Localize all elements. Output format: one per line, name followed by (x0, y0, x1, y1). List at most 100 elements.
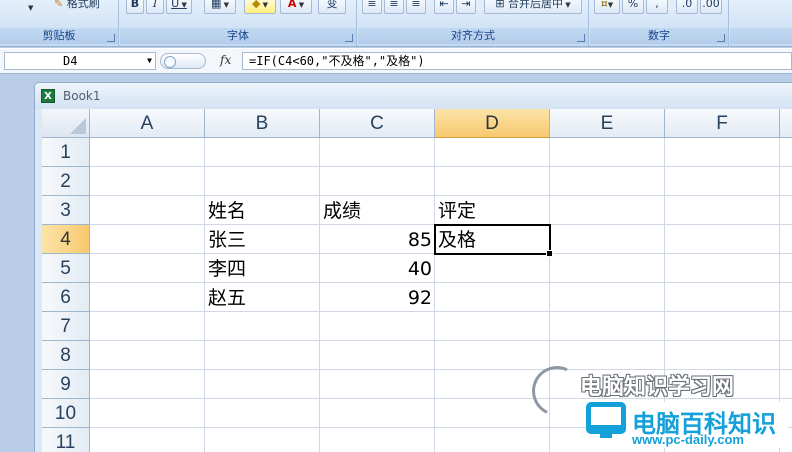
fill-color-button[interactable]: ◆ ▼ (244, 0, 276, 14)
merge-center-button[interactable]: ⊞ 合并后居中 ▼ (484, 0, 582, 14)
cell-c6[interactable]: 92 (320, 283, 435, 312)
row-header-10[interactable]: 10 (42, 399, 90, 428)
cell-b5[interactable]: 李四 (205, 254, 320, 283)
name-box[interactable]: D4 ▼ (4, 52, 156, 70)
clipboard-group: ▼ ✎ 格式刷 剪贴板 (0, 0, 119, 46)
select-all-triangle-icon (70, 118, 86, 134)
decrease-decimal-icon: .00 (702, 0, 720, 10)
excel-workbook-icon: X (41, 89, 55, 103)
brush-icon: ✎ (54, 0, 64, 10)
increase-decimal-button[interactable]: .0 (676, 0, 698, 14)
column-header-c[interactable]: C (320, 109, 435, 138)
row-header-3[interactable]: 3 (42, 196, 90, 225)
gridline (90, 369, 792, 370)
decrease-indent-icon: ⇤ (439, 0, 449, 10)
row-header-11[interactable]: 11 (42, 428, 90, 452)
styles-group (730, 0, 792, 46)
fill-handle[interactable] (546, 250, 553, 257)
workbook-window: X Book1 A B C D E F 1 2 3 4 5 6 7 8 9 10… (34, 82, 792, 452)
column-header-a[interactable]: A (90, 109, 205, 138)
select-all-button[interactable] (42, 109, 90, 138)
active-cell-border (434, 224, 551, 255)
alignment-group: ≡ ≡ ≡ ⇤ ⇥ ⊞ 合并后居中 ▼ 对齐方式 (358, 0, 589, 46)
name-box-value: D4 (63, 54, 78, 68)
borders-icon: ▦ (210, 0, 222, 10)
align-left-icon: ≡ (367, 0, 377, 10)
ribbon: ▼ ✎ 格式刷 剪贴板 B I U ▼ ▦ ▼ ◆ ▼ A ▼ 变 字体 ≡ ≡… (0, 0, 792, 47)
number-group: ¤▼ % , .0 .00 数字 (590, 0, 729, 46)
paste-dropdown-icon[interactable]: ▼ (28, 4, 33, 12)
borders-button[interactable]: ▦ ▼ (204, 0, 236, 14)
formula-input[interactable]: =IF(C4<60,"不及格","及格") (242, 52, 792, 70)
cell-b6[interactable]: 赵五 (205, 283, 320, 312)
decrease-decimal-button[interactable]: .00 (700, 0, 722, 14)
align-right-icon: ≡ (411, 0, 421, 10)
formula-bar-splitter[interactable] (160, 53, 206, 69)
column-header-f[interactable]: F (665, 109, 780, 138)
column-header-g[interactable] (780, 109, 792, 138)
styles-group-label (730, 28, 792, 44)
format-painter-button[interactable]: ✎ 格式刷 (54, 0, 100, 11)
clipboard-group-label: 剪贴板 (0, 28, 118, 44)
percent-button[interactable]: % (622, 0, 644, 14)
accounting-format-button[interactable]: ¤▼ (594, 0, 620, 14)
insert-function-button[interactable]: fx (220, 53, 231, 67)
alignment-launcher[interactable] (577, 34, 585, 42)
row-header-2[interactable]: 2 (42, 167, 90, 196)
align-center-button[interactable]: ≡ (384, 0, 404, 14)
cell-d3[interactable]: 评定 (435, 196, 550, 225)
cell-c4[interactable]: 85 (320, 225, 435, 254)
underline-button[interactable]: U ▼ (166, 0, 192, 14)
clipboard-launcher[interactable] (107, 34, 115, 42)
align-left-button[interactable]: ≡ (362, 0, 382, 14)
comma-button[interactable]: , (646, 0, 668, 14)
row-header-6[interactable]: 6 (42, 283, 90, 312)
font-color-button[interactable]: A ▼ (280, 0, 312, 14)
bold-button[interactable]: B (126, 0, 144, 14)
column-header-e[interactable]: E (550, 109, 665, 138)
decrease-indent-button[interactable]: ⇤ (434, 0, 454, 14)
row-header-9[interactable]: 9 (42, 370, 90, 399)
align-center-icon: ≡ (389, 0, 399, 10)
cell-c5[interactable]: 40 (320, 254, 435, 283)
cell-c3[interactable]: 成绩 (320, 196, 435, 225)
column-header-b[interactable]: B (205, 109, 320, 138)
workbook-title: Book1 (63, 89, 101, 103)
align-right-button[interactable]: ≡ (406, 0, 426, 14)
row-header-7[interactable]: 7 (42, 312, 90, 341)
number-launcher[interactable] (717, 34, 725, 42)
phonetic-button[interactable]: 变 (318, 0, 346, 14)
increase-decimal-icon: .0 (681, 0, 693, 10)
gridline (90, 427, 792, 428)
row-header-5[interactable]: 5 (42, 254, 90, 283)
workbook-titlebar[interactable]: X Book1 (35, 83, 792, 109)
gridline (664, 138, 665, 452)
increase-indent-button[interactable]: ⇥ (456, 0, 476, 14)
cell-b3[interactable]: 姓名 (205, 196, 320, 225)
font-launcher[interactable] (345, 34, 353, 42)
row-header-4[interactable]: 4 (42, 225, 90, 254)
row-header-8[interactable]: 8 (42, 341, 90, 370)
chevron-down-icon: ▼ (607, 1, 614, 9)
currency-icon: ¤ (600, 0, 608, 10)
function-icon: fx (220, 53, 232, 67)
gridline (90, 311, 792, 312)
gridline (90, 166, 792, 167)
cell-b4[interactable]: 张三 (205, 225, 320, 254)
worksheet-grid[interactable]: A B C D E F 1 2 3 4 5 6 7 8 9 10 11 姓名 成… (42, 109, 792, 452)
increase-indent-icon: ⇥ (461, 0, 471, 10)
chevron-down-icon: ▼ (563, 1, 571, 9)
number-group-label: 数字 (590, 28, 728, 44)
splitter-handle-icon (164, 56, 176, 68)
chevron-down-icon: ▼ (260, 1, 269, 9)
chevron-down-icon: ▼ (179, 1, 187, 9)
column-header-d[interactable]: D (435, 109, 550, 138)
italic-button[interactable]: I (146, 0, 164, 14)
chevron-down-icon[interactable]: ▼ (147, 53, 152, 69)
font-group-label: 字体 (120, 28, 356, 44)
merge-icon: ⊞ (495, 0, 505, 10)
row-header-1[interactable]: 1 (42, 138, 90, 167)
font-group: B I U ▼ ▦ ▼ ◆ ▼ A ▼ 变 字体 (120, 0, 357, 46)
gridline (90, 282, 792, 283)
gridline (90, 398, 792, 399)
